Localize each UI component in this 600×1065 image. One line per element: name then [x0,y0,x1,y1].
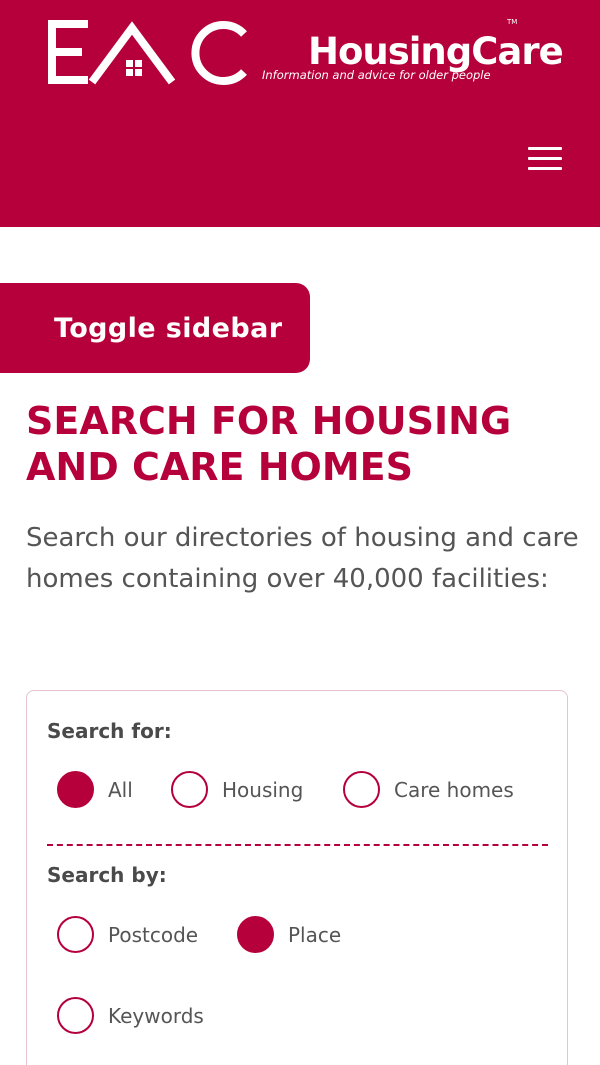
radio-search-for-housing[interactable]: Housing [171,771,303,808]
eac-logo-mark [48,20,247,85]
logo-trademark: TM [507,18,518,26]
toggle-sidebar-button[interactable]: Toggle sidebar [0,283,310,373]
radio-search-by-place[interactable]: Place [237,916,341,953]
page-intro: Search our directories of housing and ca… [26,523,579,594]
menu-bar-top [528,147,562,150]
radio-label: Keywords [108,1003,204,1028]
radio-search-by-keywords[interactable]: Keywords [57,997,204,1034]
section-divider [47,844,548,846]
search-for-label: Search for: [47,719,172,743]
logo-tagline: Information and advice for older people [262,68,491,82]
radio-label: Care homes [394,777,514,802]
logo-wordmark: HousingCare [308,30,564,73]
search-by-label: Search by: [47,863,167,887]
search-panel: Search for: All Housing Care homes Searc… [26,690,568,1065]
radio-circle[interactable] [57,916,94,953]
radio-circle-checked[interactable] [237,916,274,953]
radio-search-by-postcode[interactable]: Postcode [57,916,198,953]
radio-label: Postcode [108,922,199,947]
page-title: SEARCH FOR HOUSING AND CARE HOMES [26,399,512,489]
menu-bar-bottom [528,167,562,170]
radio-circle-checked[interactable] [57,771,94,808]
radio-search-for-all[interactable]: All [57,771,133,808]
radio-label: Place [288,922,342,947]
hamburger-menu-icon[interactable] [526,145,564,173]
radio-circle[interactable] [343,771,380,808]
radio-circle[interactable] [57,997,94,1034]
site-header: HousingCare TM Information and advice fo… [0,0,600,227]
site-logo[interactable]: HousingCare TM Information and advice fo… [48,16,564,88]
menu-bar-middle [528,157,562,160]
radio-search-for-care-homes[interactable]: Care homes [343,771,514,808]
radio-label: All [108,777,133,802]
radio-label: Housing [222,777,304,802]
radio-circle[interactable] [171,771,208,808]
